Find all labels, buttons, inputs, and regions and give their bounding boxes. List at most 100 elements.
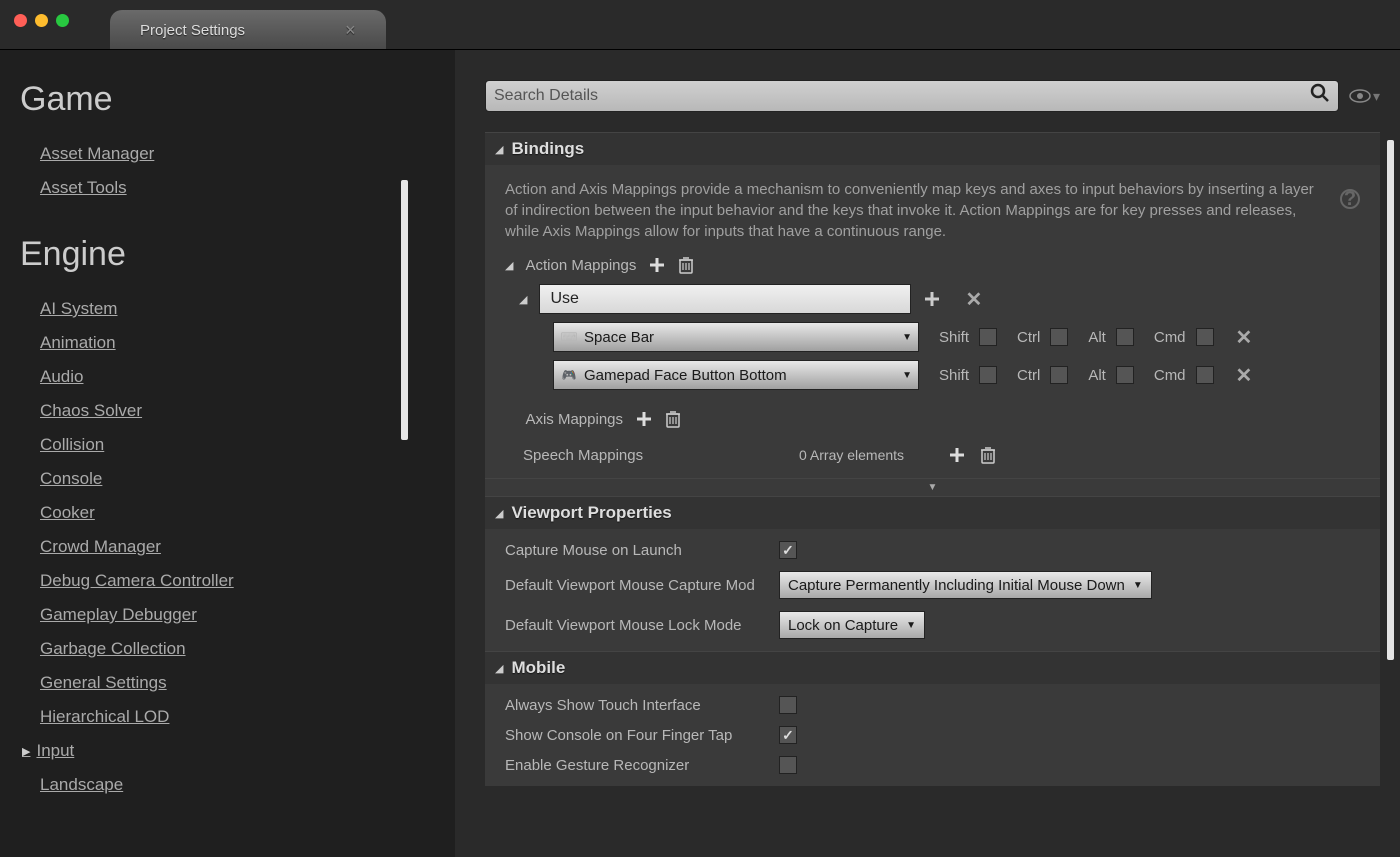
bindings-description: Action and Axis Mappings provide a mecha…	[505, 179, 1360, 242]
sidebar-item-garbage-collection[interactable]: Garbage Collection	[40, 632, 435, 666]
eye-icon	[1349, 89, 1371, 103]
search-box[interactable]	[485, 80, 1339, 112]
capture-on-launch-checkbox[interactable]	[779, 541, 797, 559]
add-key-button[interactable]	[923, 290, 941, 308]
modifier-cmd-label: Cmd	[1154, 329, 1186, 346]
expand-icon[interactable]: ◢	[505, 259, 513, 272]
add-axis-mapping-button[interactable]	[635, 410, 653, 428]
sidebar-item-debug-camera-controller[interactable]: Debug Camera Controller	[40, 564, 435, 598]
section-title: Mobile	[511, 658, 565, 678]
dropdown-value: Lock on Capture	[788, 617, 898, 634]
gamepad-icon: 🎮	[560, 368, 578, 382]
capture-mode-dropdown[interactable]: Capture Permanently Including Initial Mo…	[779, 571, 1152, 599]
action-name-row: ◢ ✕	[519, 284, 1360, 314]
add-action-mapping-button[interactable]	[648, 256, 666, 274]
remove-key-button[interactable]: ✕	[1236, 325, 1253, 350]
delete-speech-mapping-button[interactable]	[980, 446, 996, 464]
modifier-cmd-checkbox[interactable]	[1196, 366, 1214, 384]
key-label: Space Bar	[584, 329, 896, 346]
expand-icon[interactable]: ◢	[495, 143, 503, 156]
sidebar-item-cooker[interactable]: Cooker	[40, 496, 435, 530]
modifier-cmd-label: Cmd	[1154, 367, 1186, 384]
viewport-body: Capture Mouse on Launch Default Viewport…	[485, 529, 1380, 651]
section-header-bindings[interactable]: ◢ Bindings	[485, 132, 1380, 165]
prop-label: Enable Gesture Recognizer	[485, 757, 767, 774]
sidebar-item-landscape[interactable]: Landscape	[40, 768, 435, 802]
speech-mappings-row: Speech Mappings 0 Array elements	[505, 446, 1360, 464]
help-icon[interactable]: ?	[1340, 189, 1360, 209]
section-header-mobile[interactable]: ◢ Mobile	[485, 651, 1380, 684]
prop-row-capture-mode: Default Viewport Mouse Capture Mod Captu…	[485, 565, 1380, 605]
add-speech-mapping-button[interactable]	[948, 446, 966, 464]
sidebar-item-console[interactable]: Console	[40, 462, 435, 496]
minimize-window-button[interactable]	[35, 14, 48, 27]
key-label: Gamepad Face Button Bottom	[584, 367, 896, 384]
prop-row-touch-interface: Always Show Touch Interface	[485, 690, 1380, 720]
expand-icon[interactable]: ◢	[495, 662, 503, 675]
chevron-down-icon: ▼	[902, 370, 912, 381]
modifier-shift-checkbox[interactable]	[979, 366, 997, 384]
search-icon	[1310, 83, 1330, 109]
console-tap-checkbox[interactable]	[779, 726, 797, 744]
bindings-body: Action and Axis Mappings provide a mecha…	[485, 165, 1380, 478]
sidebar-item-chaos-solver[interactable]: Chaos Solver	[40, 394, 435, 428]
sidebar-item-collision[interactable]: Collision	[40, 428, 435, 462]
chevron-down-icon: ▼	[1133, 580, 1143, 591]
remove-action-button[interactable]: ✕	[965, 287, 982, 312]
category-game-items: Asset Manager Asset Tools	[40, 137, 435, 205]
content-scrollbar[interactable]	[1387, 140, 1394, 660]
prop-label: Default Viewport Mouse Capture Mod	[485, 577, 767, 594]
key-selector-dropdown[interactable]: ⌨ Space Bar ▼	[553, 322, 919, 352]
prop-row-console-tap: Show Console on Four Finger Tap	[485, 720, 1380, 750]
modifier-ctrl-label: Ctrl	[1017, 329, 1040, 346]
sidebar-item-crowd-manager[interactable]: Crowd Manager	[40, 530, 435, 564]
tab-title: Project Settings	[140, 22, 245, 39]
sidebar-item-asset-manager[interactable]: Asset Manager	[40, 137, 435, 171]
expand-icon[interactable]: ◢	[519, 293, 527, 306]
gesture-checkbox[interactable]	[779, 756, 797, 774]
modifier-alt-checkbox[interactable]	[1116, 366, 1134, 384]
section-expand-handle[interactable]: ▼	[485, 478, 1380, 496]
prop-row-lock-mode: Default Viewport Mouse Lock Mode Lock on…	[485, 605, 1380, 645]
modifier-shift-checkbox[interactable]	[979, 328, 997, 346]
modifier-cmd-checkbox[interactable]	[1196, 328, 1214, 346]
keyboard-icon: ⌨	[560, 330, 578, 344]
maximize-window-button[interactable]	[56, 14, 69, 27]
remove-key-button[interactable]: ✕	[1236, 363, 1253, 388]
delete-axis-mapping-button[interactable]	[665, 410, 681, 428]
expand-icon[interactable]: ◢	[495, 507, 503, 520]
modifier-ctrl-checkbox[interactable]	[1050, 328, 1068, 346]
lock-mode-dropdown[interactable]: Lock on Capture ▼	[779, 611, 925, 639]
action-name-input[interactable]	[539, 284, 911, 314]
close-window-button[interactable]	[14, 14, 27, 27]
touch-interface-checkbox[interactable]	[779, 696, 797, 714]
modifier-ctrl-checkbox[interactable]	[1050, 366, 1068, 384]
mobile-body: Always Show Touch Interface Show Console…	[485, 684, 1380, 786]
sidebar-scrollbar[interactable]	[401, 180, 408, 440]
sidebar-item-animation[interactable]: Animation	[40, 326, 435, 360]
sidebar-item-input[interactable]: ▶ Input	[40, 734, 435, 768]
category-game-title: Game	[20, 80, 435, 119]
chevron-right-icon: ▶	[22, 745, 30, 758]
sidebar-item-gameplay-debugger[interactable]: Gameplay Debugger	[40, 598, 435, 632]
sidebar-item-audio[interactable]: Audio	[40, 360, 435, 394]
modifier-alt-checkbox[interactable]	[1116, 328, 1134, 346]
sidebar-item-ai-system[interactable]: AI System	[40, 292, 435, 326]
key-selector-dropdown[interactable]: 🎮 Gamepad Face Button Bottom ▼	[553, 360, 919, 390]
window-controls	[14, 14, 69, 27]
section-header-viewport[interactable]: ◢ Viewport Properties	[485, 496, 1380, 529]
tab-close-icon[interactable]: ×	[345, 20, 356, 41]
chevron-down-icon: ▼	[906, 620, 916, 631]
delete-action-mapping-button[interactable]	[678, 256, 694, 274]
action-mappings-label: Action Mappings	[525, 257, 636, 274]
sidebar-item-asset-tools[interactable]: Asset Tools	[40, 171, 435, 205]
modifier-alt-label: Alt	[1088, 329, 1106, 346]
sidebar-item-hierarchical-lod[interactable]: Hierarchical LOD	[40, 700, 435, 734]
view-options-button[interactable]: ▾	[1349, 88, 1380, 105]
section-title: Bindings	[511, 139, 584, 159]
tab-project-settings[interactable]: Project Settings ×	[110, 10, 386, 49]
sidebar-item-general-settings[interactable]: General Settings	[40, 666, 435, 700]
modifier-ctrl-label: Ctrl	[1017, 367, 1040, 384]
search-row: ▾	[485, 80, 1380, 112]
search-input[interactable]	[494, 87, 1310, 105]
